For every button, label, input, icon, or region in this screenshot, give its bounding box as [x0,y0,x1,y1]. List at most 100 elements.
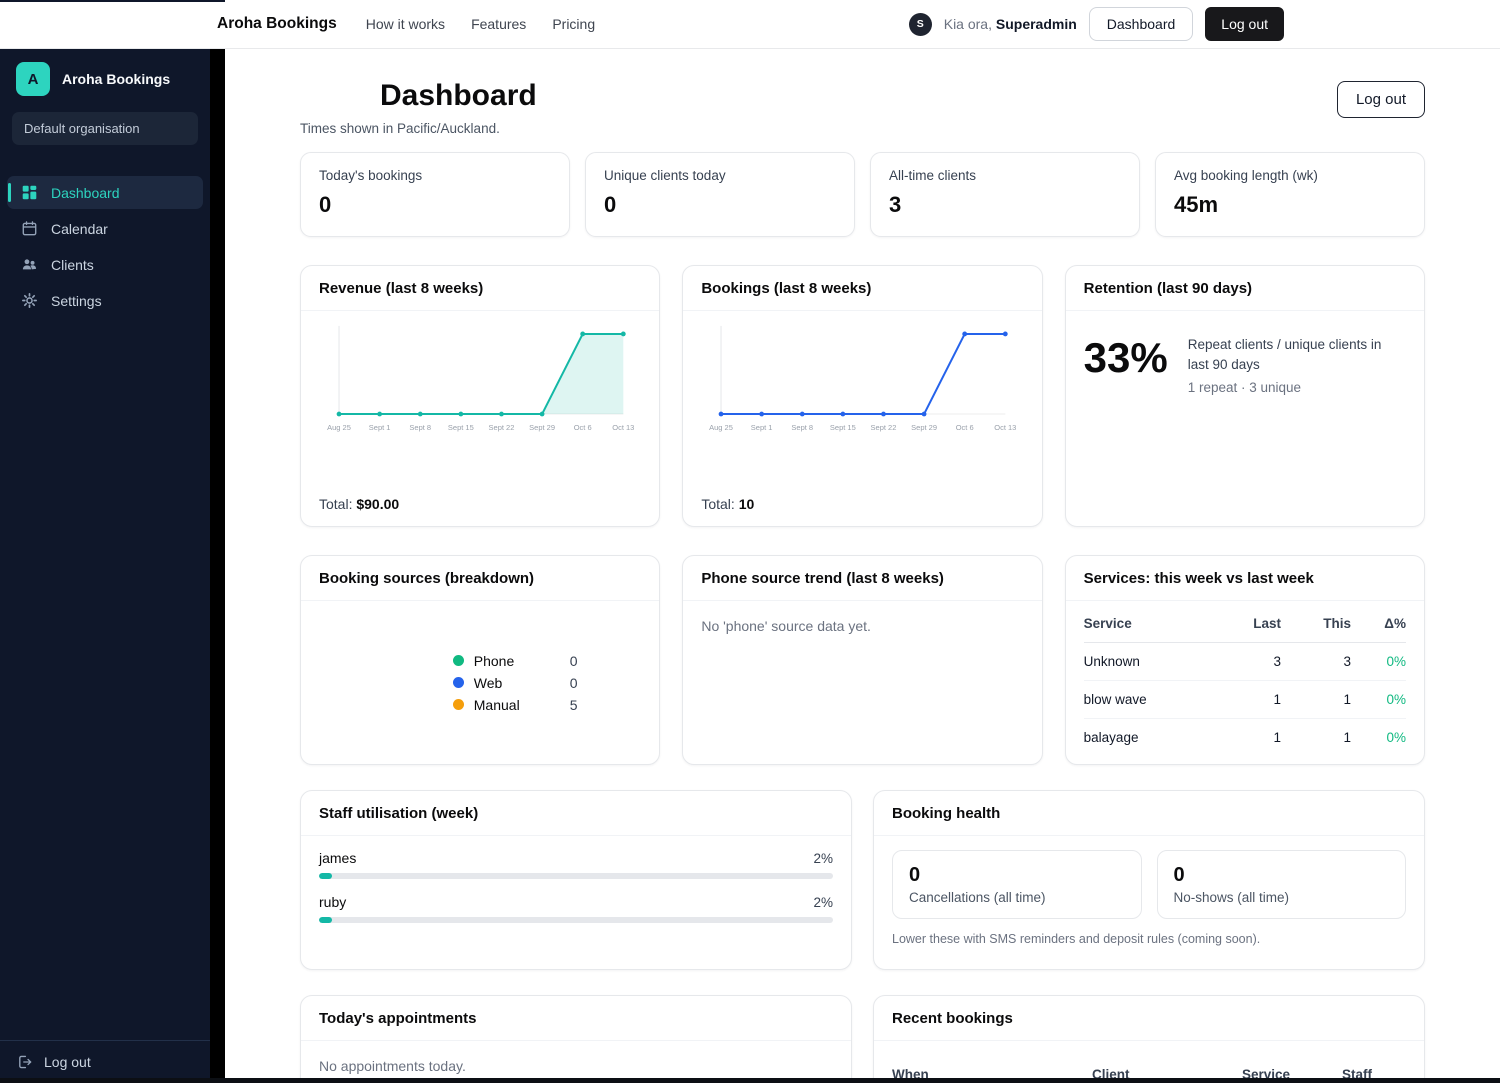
service-last: 1 [1273,730,1281,745]
sidebar-item-label: Clients [51,256,94,273]
legend-label: Web [473,674,503,691]
phone-trend-card: Phone source trend (last 8 weeks) No 'ph… [682,555,1043,765]
phone-legend-dot [452,655,464,666]
svg-text:Oct 6: Oct 6 [574,423,592,432]
services-title: Services: this week vs last week [1065,556,1424,601]
service-delta: 0% [1386,654,1406,669]
service-name: balayage [1083,730,1139,745]
calendar-icon [21,220,38,237]
revenue-card-title: Revenue (last 8 weeks) [301,266,660,311]
col-last: Last [1253,616,1281,631]
sidebar-item-clients[interactable]: Clients [7,248,203,281]
top-navbar: Aroha Bookings How it works Features Pri… [0,0,1500,49]
staff-utilisation-card: Staff utilisation (week) james 2% ruby 2… [300,790,852,970]
phone-trend-body: No 'phone' source data yet. [683,601,1041,764]
viewport-bottom-edge [0,1078,1500,1083]
metric-label: No-shows (all time) [1173,890,1290,905]
second-row: Booking sources (breakdown) Phone 0 Web … [300,555,1425,765]
topnav-link-pricing[interactable]: Pricing [552,16,595,32]
topnav-link-how-it-works[interactable]: How it works [366,16,445,32]
topnav-brand[interactable]: Aroha Bookings [217,15,337,33]
staff-percent: 2% [813,851,833,866]
col-delta: Δ% [1384,616,1406,631]
legend-value: 0 [569,652,578,669]
col-service: Service [1083,616,1132,631]
stat-label: All-time clients [889,168,977,183]
topnav-links: How it works Features Pricing [366,16,595,32]
sidebar-logout-label: Log out [44,1054,91,1070]
stat-card-alltime-clients: All-time clients 3 [870,152,1140,237]
legend-item-manual: Manual 5 [452,697,578,713]
app-logo: A [16,62,50,96]
recent-bookings-title: Recent bookings [874,996,1424,1041]
sidebar-item-dashboard[interactable]: Dashboard [7,176,203,209]
svg-text:Sept 1: Sept 1 [751,423,773,432]
cancellations-metric: 0 Cancellations (all time) [892,850,1142,919]
bookings-total-label: Total: [701,496,735,512]
svg-text:Oct 13: Oct 13 [995,423,1017,432]
window-edge [0,0,225,2]
sidebar-item-calendar[interactable]: Calendar [7,212,203,245]
metric-value: 0 [909,864,921,886]
svg-text:Sept 15: Sept 15 [448,423,474,432]
service-last: 3 [1273,654,1281,669]
stat-value: 0 [604,192,617,217]
sidebar-item-settings[interactable]: Settings [7,284,203,317]
svg-text:Sept 22: Sept 22 [871,423,897,432]
sidebar-logout[interactable]: Log out [0,1040,210,1083]
legend-item-web: Web 0 [452,674,578,691]
stat-label: Today's bookings [319,168,423,183]
table-row: balayage 1 1 0% [1084,719,1406,756]
topnav-link-features[interactable]: Features [471,16,526,32]
sidebar: A Aroha Bookings Default organisation Da… [0,49,210,1083]
dashboard-grid-icon [21,184,38,201]
sidebar-brand: A Aroha Bookings [0,49,210,96]
stat-card-todays-bookings: Today's bookings 0 [300,152,570,237]
svg-text:Sept 1: Sept 1 [369,423,391,432]
avatar: S [908,12,932,36]
staff-row-james: james 2% [319,850,833,879]
recent-bookings-body: When Client Service Staff [874,1041,1424,1083]
service-delta: 0% [1386,692,1406,707]
table-row: blow wave 1 1 0% [1083,681,1406,719]
revenue-chart-body: Aug 25 Sept 1 Sept 8 Sept 15 Sept 22 Sept 29 O… [301,311,659,526]
main-content: Dashboard Times shown in Pacific/Aucklan… [225,49,1500,1083]
page-title: Dashboard [380,79,537,112]
todays-appointments-title: Today's appointments [301,996,851,1041]
revenue-total-value: $90.00 [356,496,400,512]
staff-name: ruby [319,894,347,910]
svg-text:Aug 25: Aug 25 [327,423,351,432]
svg-text:Oct 13: Oct 13 [612,423,634,432]
logout-button-main[interactable]: Log out [1336,81,1425,118]
legend-item-phone: Phone 0 [452,652,578,669]
stats-row: Today's bookings 0 Unique clients today … [300,152,1425,237]
username: Superadmin [995,16,1077,32]
staff-utilisation-title: Staff utilisation (week) [301,791,851,836]
booking-health-body: 0 Cancellations (all time) 0 No-shows (a… [874,836,1424,969]
svg-text:Sept 29: Sept 29 [529,423,555,432]
sidebar-item-label: Settings [51,292,102,309]
bookings-line-chart: Aug 25 Sept 1 Sept 8 Sept 15 Sept 22 Sept 29 O… [709,325,1017,432]
staff-progress-fill [319,873,332,879]
svg-text:Sept 29: Sept 29 [911,423,937,432]
staff-progress-fill [319,917,332,923]
svg-text:Sept 15: Sept 15 [830,423,856,432]
sources-legend: Phone 0 Web 0 Manual 5 [452,647,578,719]
stat-card-unique-clients: Unique clients today 0 [585,152,855,237]
retention-value: 33% [1083,334,1168,381]
retention-card-title: Retention (last 90 days) [1065,266,1424,311]
timezone-note: Times shown in Pacific/Auckland. [300,121,500,136]
logout-button-top[interactable]: Log out [1205,7,1284,41]
booking-health-card: Booking health 0 Cancellations (all time… [873,790,1425,970]
stat-label: Unique clients today [604,168,726,183]
metric-value: 0 [1173,864,1185,886]
retention-detail: 1 repeat · 3 unique [1187,380,1302,396]
web-legend-dot [452,677,464,688]
manual-legend-dot [452,699,464,710]
bookings-chart-body: Aug 25 Sept 1 Sept 8 Sept 15 Sept 22 Sept 29 O… [683,311,1041,526]
services-card: Services: this week vs last week Service… [1064,555,1425,765]
bookings-total-value: 10 [738,496,755,512]
org-selector[interactable]: Default organisation [12,112,198,145]
fourth-row: Today's appointments No appointments tod… [300,995,1425,1083]
dashboard-button[interactable]: Dashboard [1088,7,1194,41]
